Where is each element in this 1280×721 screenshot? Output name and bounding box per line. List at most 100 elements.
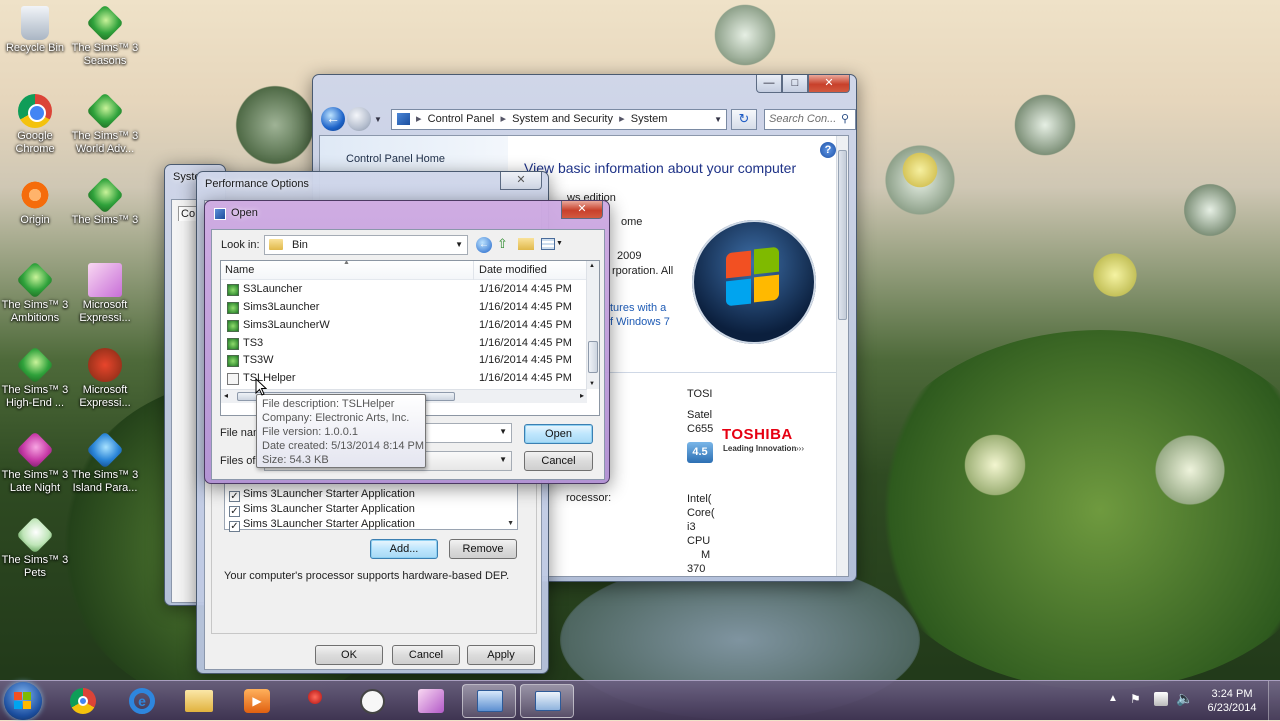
desktop-icon-sims3-ambitions[interactable]: The Sims™ 3 Ambitions bbox=[0, 261, 70, 325]
desktop-icon-sims3-seasons[interactable]: The Sims™ 3 Seasons bbox=[70, 4, 140, 68]
column-divider[interactable] bbox=[473, 261, 474, 280]
windows-logo-flag-blue bbox=[726, 278, 751, 307]
recent-pages-chevron-icon[interactable]: ▼ bbox=[374, 115, 382, 124]
up-folder-icon[interactable]: ⇧ bbox=[497, 236, 513, 252]
taskbar-sticky-pin[interactable] bbox=[288, 684, 342, 718]
taskbar-clock-app[interactable] bbox=[346, 684, 400, 718]
breadcrumb-system[interactable]: System bbox=[631, 113, 668, 125]
desktop-icon-sims3-high-end[interactable]: The Sims™ 3 High-End ... bbox=[0, 346, 70, 410]
desktop-icon-origin[interactable]: Origin bbox=[0, 178, 70, 227]
file-row[interactable]: TSLHelper 1/16/2014 4:45 PM bbox=[227, 372, 587, 388]
taskbar-system-properties[interactable] bbox=[520, 684, 574, 718]
taskbar-file-explorer[interactable] bbox=[172, 684, 226, 718]
chevron-down-icon[interactable]: ▼ bbox=[499, 455, 507, 464]
desktop-icon-sims3[interactable]: The Sims™ 3 bbox=[70, 176, 140, 227]
scroll-down-icon[interactable]: ▼ bbox=[589, 381, 595, 387]
close-button[interactable]: ✕ bbox=[808, 75, 850, 93]
view-menu-chevron-icon[interactable]: ▼ bbox=[556, 240, 563, 247]
file-row[interactable]: Sims3LauncherW 1/16/2014 4:45 PM bbox=[227, 319, 587, 335]
file-list-vscrollbar[interactable]: ▲ ▼ bbox=[586, 261, 599, 389]
scroll-left-icon[interactable]: ◂ bbox=[224, 391, 228, 400]
scroll-up-icon[interactable]: ▲ bbox=[589, 263, 595, 269]
breadcrumb-system-and-security[interactable]: System and Security bbox=[512, 113, 613, 125]
taskbar-media-player[interactable]: ▶ bbox=[230, 684, 284, 718]
wallpaper-flower bbox=[230, 80, 320, 170]
breadcrumb-control-panel[interactable]: Control Panel bbox=[428, 113, 495, 125]
action-center-flag-icon[interactable]: ⚑ bbox=[1130, 692, 1144, 706]
search-icon[interactable]: ⚲ bbox=[841, 112, 849, 125]
desktop-icon-microsoft-expression-1[interactable]: Microsoft Expressi... bbox=[70, 263, 140, 325]
look-in-label: Look in: bbox=[221, 239, 260, 251]
address-dropdown-icon[interactable]: ▼ bbox=[714, 110, 722, 129]
file-row[interactable]: Sims3Launcher 1/16/2014 4:45 PM bbox=[227, 301, 587, 317]
look-in-select[interactable]: Bin ▼ bbox=[264, 235, 468, 255]
control-panel-home-link[interactable]: Control Panel Home bbox=[346, 153, 445, 165]
network-icon[interactable] bbox=[1154, 692, 1168, 706]
breadcrumb-separator-icon: ▸ bbox=[416, 113, 422, 125]
folder-icon bbox=[185, 690, 213, 712]
chrome-icon bbox=[70, 688, 96, 714]
taskbar-internet-explorer[interactable]: e bbox=[114, 684, 168, 718]
forward-button[interactable] bbox=[347, 107, 371, 131]
windows-flag-icon bbox=[23, 701, 31, 709]
features-link-fragment[interactable]: tures with a bbox=[610, 302, 666, 314]
open-cancel-button[interactable]: Cancel bbox=[524, 451, 593, 471]
back-arrow-icon[interactable]: ← bbox=[476, 237, 492, 253]
desktop-icon-sims3-island-paradise[interactable]: The Sims™ 3 Island Para... bbox=[70, 431, 140, 495]
column-header-date-modified[interactable]: Date modified bbox=[479, 264, 547, 276]
back-button[interactable]: ← bbox=[321, 107, 345, 131]
file-row[interactable]: S3Launcher 1/16/2014 4:45 PM bbox=[227, 283, 587, 299]
refresh-button[interactable]: ↻ bbox=[731, 109, 757, 130]
show-hidden-icons-icon[interactable]: ▲ bbox=[1108, 693, 1118, 704]
desktop-icon-sims3-world-adventures[interactable]: The Sims™ 3 World Adv... bbox=[70, 92, 140, 156]
control-panel-icon bbox=[397, 113, 410, 125]
maximize-button[interactable]: □ bbox=[782, 75, 808, 93]
start-button[interactable] bbox=[4, 682, 42, 720]
sims-plumbob-icon bbox=[16, 431, 54, 469]
clock-time: 3:24 PM bbox=[1211, 688, 1253, 700]
system-scrollbar[interactable] bbox=[836, 136, 848, 576]
recycle-bin-icon bbox=[21, 6, 49, 40]
file-row[interactable]: TS3W 1/16/2014 4:45 PM bbox=[227, 354, 587, 370]
desktop-icon-sims3-pets[interactable]: The Sims™ 3 Pets bbox=[0, 516, 70, 580]
view-menu-icon[interactable] bbox=[541, 238, 555, 250]
apply-button[interactable]: Apply bbox=[467, 645, 535, 665]
close-button[interactable]: ✕ bbox=[500, 172, 542, 190]
cancel-button[interactable]: Cancel bbox=[392, 645, 460, 665]
scroll-right-icon[interactable]: ▸ bbox=[580, 391, 584, 400]
windows-experience-index-badge[interactable]: 4.5 bbox=[687, 442, 713, 463]
windows-flag-icon bbox=[23, 692, 31, 700]
volume-icon[interactable]: 🔈 bbox=[1176, 690, 1193, 707]
windows-home-fragment: ome bbox=[621, 216, 643, 228]
taskbar-control-panel[interactable] bbox=[462, 684, 516, 718]
help-icon[interactable]: ? bbox=[820, 142, 836, 158]
open-dialog-title: Open bbox=[231, 207, 258, 219]
vscroll-thumb[interactable] bbox=[588, 341, 598, 373]
chevron-down-icon: ▼ bbox=[455, 240, 463, 249]
pushpin-icon bbox=[308, 690, 322, 704]
system-scrollbar-thumb[interactable] bbox=[838, 150, 847, 320]
internet-explorer-icon: e bbox=[129, 688, 155, 714]
ok-button[interactable]: OK bbox=[315, 645, 383, 665]
show-desktop-button[interactable] bbox=[1268, 681, 1280, 721]
column-header-name[interactable]: Name bbox=[225, 264, 254, 276]
origin-icon bbox=[18, 178, 52, 212]
desktop-icon-google-chrome[interactable]: Google Chrome bbox=[0, 94, 70, 156]
close-button[interactable]: ✕ bbox=[561, 201, 603, 219]
desktop-icon-sims3-late-night[interactable]: The Sims™ 3 Late Night bbox=[0, 431, 70, 495]
desktop-icon-microsoft-expression-2[interactable]: Microsoft Expressi... bbox=[70, 348, 140, 410]
file-row[interactable]: TS3 1/16/2014 4:45 PM bbox=[227, 337, 587, 353]
open-button[interactable]: Open bbox=[524, 424, 593, 444]
new-folder-icon[interactable] bbox=[518, 238, 534, 250]
minimize-button[interactable]: — bbox=[756, 75, 782, 93]
address-bar[interactable]: ▸ Control Panel ▸ System and Security ▸ … bbox=[391, 109, 727, 130]
processor-label: rocessor: bbox=[566, 492, 612, 504]
taskbar-expression-design[interactable] bbox=[404, 684, 458, 718]
sims-exe-icon bbox=[227, 338, 239, 350]
chevron-down-icon[interactable]: ▼ bbox=[499, 427, 507, 436]
taskbar-clock[interactable]: 3:24 PM 6/23/2014 bbox=[1202, 687, 1262, 715]
taskbar-chrome[interactable] bbox=[56, 684, 110, 718]
file-list[interactable]: Name ▲ Date modified S3Launcher 1/16/201… bbox=[220, 260, 600, 416]
desktop-icon-recycle-bin[interactable]: Recycle Bin bbox=[0, 6, 70, 55]
windows7-link-fragment[interactable]: f Windows 7 bbox=[610, 316, 670, 328]
